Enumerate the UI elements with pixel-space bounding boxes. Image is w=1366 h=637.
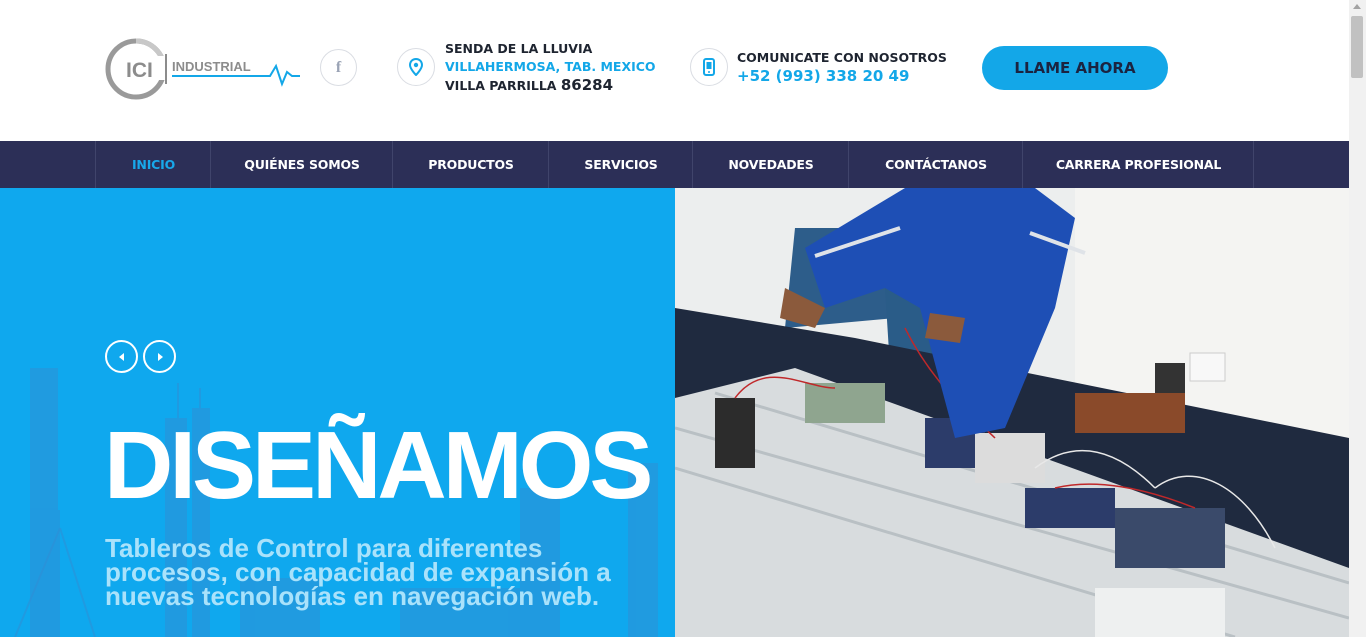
hero-title: DISEÑAMOS	[104, 412, 653, 519]
slider-prev-button[interactable]	[105, 340, 138, 373]
location-pin-icon	[397, 48, 435, 86]
address-block: SENDA DE LA LLUVIA VILLAHERMOSA, TAB. ME…	[445, 40, 656, 95]
chevron-left-icon	[118, 352, 124, 361]
contact-label: COMUNICATE CON NOSOTROS	[737, 50, 947, 65]
main-nav: INICIO QUIÉNES SOMOS PRODUCTOS SERVICIOS…	[0, 141, 1349, 188]
address-zip: 86284	[560, 76, 614, 94]
nav-item-quienes-somos[interactable]: QUIÉNES SOMOS	[210, 141, 393, 188]
contact-block: COMUNICATE CON NOSOTROS +52 (993) 338 20…	[737, 49, 947, 85]
address-line-3: VILLA PARRILLA 86284	[445, 76, 614, 94]
hero-photo	[675, 188, 1349, 637]
chevron-right-icon	[157, 352, 163, 361]
nav-item-servicios[interactable]: SERVICIOS	[548, 141, 693, 188]
site-header: ICI INDUSTRIAL f SENDA DE LA LLUVIA VILL…	[0, 0, 1349, 141]
facebook-button[interactable]: f	[320, 49, 357, 86]
technician-wiring-control-panel-photo	[675, 188, 1349, 637]
ici-industrial-logo[interactable]: ICI INDUSTRIAL	[104, 36, 304, 102]
nav-item-inicio[interactable]: INICIO	[95, 141, 211, 188]
facebook-icon: f	[335, 58, 342, 76]
scroll-thumb[interactable]	[1351, 16, 1363, 78]
page-scrollbar[interactable]	[1349, 0, 1366, 637]
logo-text: INDUSTRIAL	[172, 59, 251, 74]
call-now-button[interactable]: LLAME AHORA	[982, 46, 1168, 90]
nav-item-novedades[interactable]: NOVEDADES	[692, 141, 849, 188]
nav-item-carrera-profesional[interactable]: CARRERA PROFESIONAL	[1022, 141, 1254, 188]
hero-description: Tableros de Control para diferentes proc…	[105, 533, 611, 611]
contact-phone[interactable]: +52 (993) 338 20 49	[737, 67, 947, 85]
nav-item-productos[interactable]: PRODUCTOS	[392, 141, 549, 188]
nav-divider	[1253, 141, 1254, 188]
slider-next-button[interactable]	[143, 340, 176, 373]
nav-item-contactanos[interactable]: CONTÁCTANOS	[848, 141, 1023, 188]
hero-slide-text-panel: DISEÑAMOS Tableros de Control para difer…	[0, 188, 675, 637]
scroll-up-icon[interactable]	[1353, 4, 1361, 9]
address-line-1: SENDA DE LA LLUVIA	[445, 41, 593, 56]
mobile-phone-icon	[690, 48, 728, 86]
logo-mark: ICI	[126, 59, 153, 82]
address-line-2: VILLAHERMOSA, TAB. MEXICO	[445, 59, 656, 74]
